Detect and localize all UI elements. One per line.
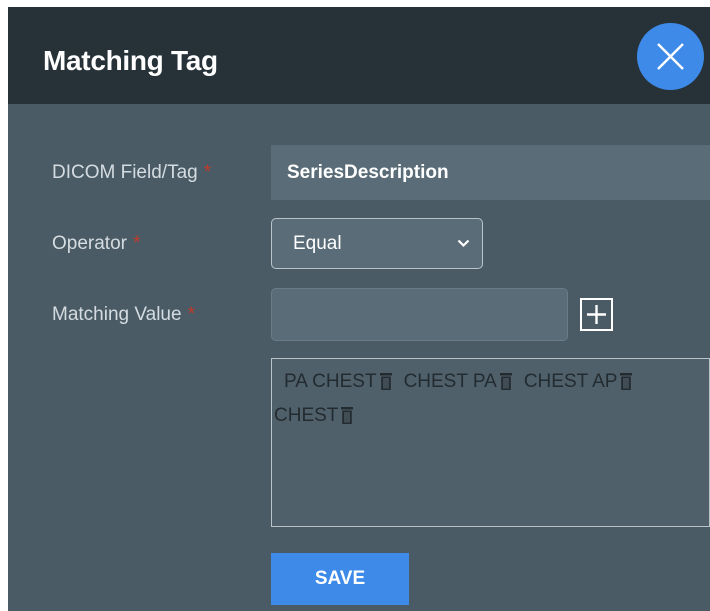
dicom-field-label: DICOM Field/Tag * <box>52 162 212 183</box>
trash-icon[interactable] <box>620 373 633 390</box>
required-marker: * <box>187 304 195 325</box>
operator-selected-value: Equal <box>293 233 342 254</box>
add-matching-value-button[interactable] <box>580 298 613 331</box>
dicom-field-value: SeriesDescription <box>287 162 449 183</box>
dialog-header: Matching Tag <box>8 7 710 104</box>
close-x-icon <box>657 43 684 70</box>
tag-list: PA CHEST CHEST PA CHEST AP CHEST <box>274 365 709 433</box>
close-button[interactable] <box>637 23 704 90</box>
matching-value-label: Matching Value * <box>52 304 195 325</box>
operator-select[interactable]: Equal <box>271 218 483 269</box>
matching-tag-dialog: Matching Tag DICOM Field/Tag * SeriesDesc… <box>8 7 710 611</box>
operator-label: Operator * <box>52 233 141 254</box>
trash-icon[interactable] <box>499 373 512 390</box>
tag-item: PA CHEST <box>284 365 392 399</box>
required-marker: * <box>132 233 141 254</box>
dicom-field-input[interactable]: SeriesDescription <box>271 145 710 200</box>
tag-item: CHEST PA <box>404 365 512 399</box>
trash-icon[interactable] <box>379 373 392 390</box>
plus-icon <box>587 305 606 324</box>
save-button[interactable]: SAVE <box>271 553 409 605</box>
chevron-down-icon <box>457 239 470 248</box>
tag-item: CHEST AP <box>524 365 633 399</box>
required-marker: * <box>203 162 212 183</box>
dialog-title: Matching Tag <box>43 45 218 76</box>
trash-icon[interactable] <box>341 407 354 424</box>
matching-value-input[interactable] <box>271 288 568 341</box>
matching-values-list: PA CHEST CHEST PA CHEST AP CHEST <box>271 358 710 527</box>
tag-item: CHEST <box>274 399 354 433</box>
